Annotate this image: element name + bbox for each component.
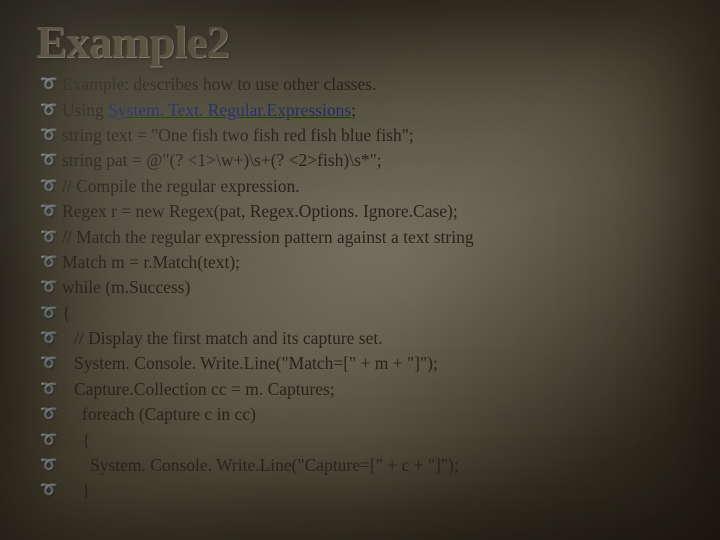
code-text: Example: describes how to use other clas… [62,74,376,94]
bullet-list: Example: describes how to use other clas… [36,72,684,503]
code-line: Regex r = new Regex(pat, Regex.Options. … [36,199,684,224]
code-text: Regex r = new Regex(pat, Regex.Options. … [62,201,458,221]
code-text: { [62,428,90,453]
code-line: string pat = @"(? <1>\w+)\s+(? <2>fish)\… [36,148,684,173]
slide: Example2 Example: describes how to use o… [0,0,720,540]
code-text: Match m = r.Match(text); [62,252,240,272]
code-text: // Match the regular expression pattern … [62,227,474,247]
code-line: foreach (Capture c in cc) [36,402,684,427]
code-line: // Display the first match and its captu… [36,326,684,351]
code-line: // Compile the regular expression. [36,174,684,199]
code-text: { [62,303,70,323]
code-text: } [62,478,90,503]
code-text: while (m.Success) [62,277,190,297]
code-text: System. Console. Write.Line("Match=[" + … [62,351,438,376]
code-line: System. Console. Write.Line("Capture=[" … [36,453,684,478]
code-text: // Compile the regular expression. [62,176,300,196]
page-title: Example2 [36,18,684,66]
regex-namespace-link[interactable]: System. Text. Regular.Expressions [108,100,351,120]
code-text: Using System. Text. Regular.Expressions; [62,100,356,120]
code-text: System. Console. Write.Line("Capture=[" … [62,453,459,478]
code-text: string pat = @"(? <1>\w+)\s+(? <2>fish)\… [62,150,382,170]
code-line: } [36,478,684,503]
code-text: foreach (Capture c in cc) [62,402,256,427]
code-line: Using System. Text. Regular.Expressions; [36,98,684,123]
code-text: Capture.Collection cc = m. Captures; [62,377,335,402]
code-line: while (m.Success) [36,275,684,300]
code-line: { [36,428,684,453]
code-line: Example: describes how to use other clas… [36,72,684,97]
code-text: string text = "One fish two fish red fis… [62,125,414,145]
code-line: // Match the regular expression pattern … [36,225,684,250]
code-line: string text = "One fish two fish red fis… [36,123,684,148]
code-text: // Display the first match and its captu… [62,326,383,351]
code-line: Match m = r.Match(text); [36,250,684,275]
code-line: System. Console. Write.Line("Match=[" + … [36,351,684,376]
code-line: { [36,301,684,326]
code-line: Capture.Collection cc = m. Captures; [36,377,684,402]
